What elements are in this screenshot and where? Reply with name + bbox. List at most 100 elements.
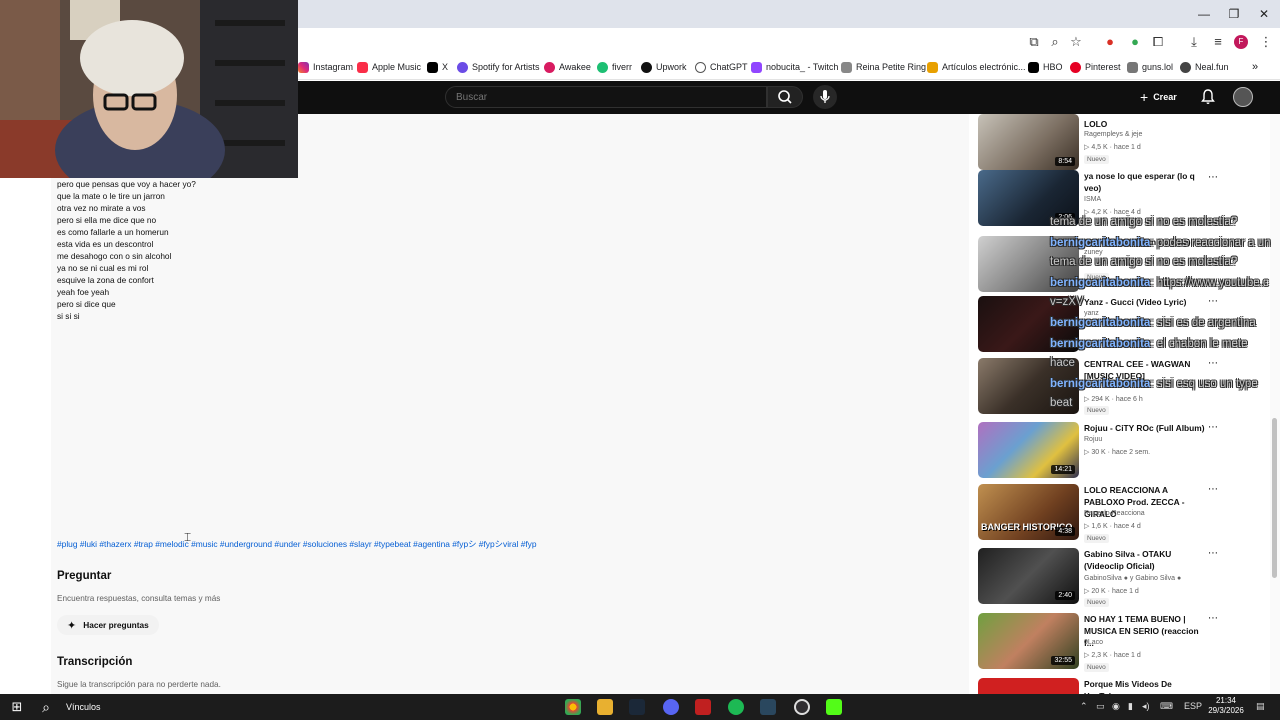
tray-volume-icon[interactable]: ◂) <box>1142 701 1150 712</box>
chrome-taskbar-icon[interactable] <box>565 699 581 715</box>
channel-name[interactable]: Rojuu <box>1084 436 1102 443</box>
more-options-icon[interactable]: ⋯ <box>1208 484 1219 495</box>
more-options-icon[interactable]: ⋯ <box>1208 422 1219 433</box>
tray-keyboard-icon[interactable]: ⌨ <box>1160 701 1173 712</box>
taskbar-clock[interactable]: 21:34 29/3/2026 <box>1206 696 1246 716</box>
input-language[interactable]: ESP <box>1184 701 1202 711</box>
notifications-button[interactable] <box>1199 88 1217 106</box>
more-options-icon[interactable]: ⋯ <box>1208 358 1219 369</box>
video-thumbnail[interactable]: BANGER HISTORICO 4:38 <box>978 484 1079 540</box>
kick-taskbar-icon[interactable] <box>826 699 842 715</box>
discord-taskbar-icon[interactable] <box>663 699 679 715</box>
video-title[interactable]: Yanz - Gucci (Video Lyric) <box>1084 296 1208 308</box>
restore-button[interactable]: ❐ <box>1223 4 1245 24</box>
related-video-card[interactable]: 2:40 Gabino Silva - OTAKU (Videoclip Ofi… <box>978 548 1268 607</box>
bookmark-chatgpt[interactable]: ChatGPT <box>695 59 748 75</box>
more-options-icon[interactable]: ⋯ <box>1208 613 1219 624</box>
video-meta: ▷ 4,2 K · hace 4 d <box>1084 209 1141 216</box>
tray-chevron-icon[interactable]: ⌃ <box>1080 701 1088 712</box>
bookmark-spotify-artists[interactable]: Spotify for Artists <box>457 59 540 75</box>
zoom-icon[interactable]: ⌕ <box>1047 34 1063 50</box>
taskbar-search-label[interactable]: Vínculos <box>66 702 101 712</box>
bookmark-nealfun[interactable]: Neal.fun <box>1180 59 1229 75</box>
file-explorer-taskbar-icon[interactable] <box>597 699 613 715</box>
related-video-card[interactable]: 8:54 LOLO Ragempleys & jeje ▷ 4,5 K · ha… <box>978 114 1268 170</box>
bookmark-hbo[interactable]: HBO <box>1028 59 1063 75</box>
scrollbar-thumb[interactable] <box>1272 418 1277 578</box>
bookmark-apple-music[interactable]: Apple Music <box>357 59 421 75</box>
spotify-taskbar-icon[interactable] <box>728 699 744 715</box>
page-scrollbar[interactable] <box>1270 114 1280 694</box>
channel-name[interactable]: ISMA <box>1084 196 1101 203</box>
bookmark-x[interactable]: X <box>427 59 448 75</box>
more-bookmarks-chevron-icon[interactable]: » <box>1252 59 1258 75</box>
related-video-card[interactable]: BANGER HISTORICO 4:38 LOLO REACCIONA A P… <box>978 484 1268 543</box>
cast-icon[interactable]: ⧉ <box>1026 34 1042 50</box>
ask-questions-button[interactable]: ✦ Hacer preguntas <box>57 615 159 635</box>
profile-avatar[interactable]: F <box>1234 35 1248 49</box>
tray-mic-icon[interactable]: ▮ <box>1128 701 1133 712</box>
more-options-icon[interactable]: ⋯ <box>1208 548 1219 559</box>
video-thumbnail[interactable]: 2:40 <box>978 548 1079 604</box>
video-title[interactable]: Rojuu - CiTY ROc (Full Album) <box>1084 422 1208 434</box>
download-icon[interactable]: ⤓ <box>1186 34 1202 50</box>
related-video-card[interactable]: 32:55 NO HAY 1 TEMA BUENO | MUSICA EN SE… <box>978 613 1268 672</box>
browser-menu-icon[interactable]: ⋮ <box>1258 34 1274 50</box>
tray-app-icon[interactable]: ◉ <box>1112 701 1120 712</box>
media-controls-icon[interactable]: ≡ <box>1210 34 1226 50</box>
obs-taskbar-icon[interactable] <box>794 699 810 715</box>
bookmark-twitch[interactable]: nobucita_ - Twitch <box>751 59 838 75</box>
lyric-line: me desahogo con o sin alcohol <box>57 251 172 261</box>
bookmark-awakee[interactable]: Awakee <box>544 59 591 75</box>
related-video-card[interactable]: 14:21 Rojuu - CiTY ROc (Full Album) Roju… <box>978 422 1268 478</box>
ask-section-title: Preguntar <box>57 570 112 582</box>
channel-name[interactable]: GabinoSilva ● y Gabino Silva ● <box>1084 575 1181 582</box>
notification-center-icon[interactable]: ▤ <box>1256 701 1265 712</box>
bookmark-star-icon[interactable]: ☆ <box>1068 34 1084 50</box>
hashtag-links[interactable]: #plug #luki #thazerx #trap #melodic #mus… <box>57 538 537 550</box>
channel-name[interactable]: Ragempleys & jeje <box>1084 131 1142 138</box>
video-title[interactable]: Porque Mis Videos De YouTube <box>1084 678 1208 694</box>
minimize-button[interactable]: — <box>1193 4 1215 24</box>
channel-name[interactable]: zuney <box>1084 249 1103 256</box>
windows-start-icon[interactable]: ⊞ <box>9 699 25 715</box>
chatgpt-icon <box>695 61 706 73</box>
tray-network-icon[interactable]: ▭ <box>1096 701 1105 712</box>
create-button[interactable]: + Crear <box>1140 87 1177 107</box>
channel-name[interactable]: Rageylo Reacciona <box>1084 510 1145 517</box>
app-taskbar-icon[interactable] <box>695 699 711 715</box>
taskbar-search-icon[interactable]: ⌕ <box>38 699 54 715</box>
search-input[interactable] <box>456 90 746 105</box>
video-meta: ▷ 4,5 K · hace 1 d <box>1084 144 1141 151</box>
bookmark-fiverr[interactable]: fiverr <box>597 59 632 75</box>
search-button[interactable] <box>767 86 803 108</box>
video-thumbnail[interactable]: 32:55 <box>978 613 1079 669</box>
close-window-button[interactable]: ✕ <box>1253 4 1275 24</box>
bookmark-guns[interactable]: guns.lol <box>1127 59 1173 75</box>
channel-name[interactable]: 0Laco <box>1084 639 1103 646</box>
video-title[interactable]: Gabino Silva - OTAKU (Videoclip Oficial) <box>1084 548 1208 572</box>
bookmark-upwork[interactable]: Upwork <box>641 59 687 75</box>
bookmark-articulos[interactable]: Artículos electrónic... <box>927 59 1026 75</box>
more-options-icon[interactable]: ⋯ <box>1208 172 1219 183</box>
account-avatar[interactable] <box>1233 87 1253 107</box>
extension-green-icon[interactable]: ● <box>1127 34 1143 50</box>
bookmark-instagram[interactable]: Instagram <box>298 59 353 75</box>
bookmark-pinterest[interactable]: Pinterest <box>1070 59 1121 75</box>
extension-red-icon[interactable]: ● <box>1102 34 1118 50</box>
video-title[interactable]: ya nose lo que esperar (lo q veo) <box>1084 170 1208 194</box>
bookmark-reina-petite[interactable]: Reina Petite Ring <box>841 59 926 75</box>
steam-alt-taskbar-icon[interactable] <box>760 699 776 715</box>
video-thumbnail[interactable]: 14:21 <box>978 422 1079 478</box>
guns-icon <box>1127 61 1138 73</box>
more-options-icon[interactable]: ⋯ <box>1208 296 1219 307</box>
video-thumbnail[interactable]: 8:54 <box>978 114 1079 170</box>
steam-taskbar-icon[interactable] <box>629 699 645 715</box>
extensions-puzzle-icon[interactable]: ⧠ <box>1150 34 1166 50</box>
video-thumbnail[interactable] <box>978 678 1079 694</box>
channel-name[interactable]: yanz <box>1084 310 1099 317</box>
chat-username: bernigcaritabonita <box>1050 237 1151 249</box>
voice-search-button[interactable] <box>813 85 837 109</box>
video-title[interactable]: LOLO <box>1084 118 1208 130</box>
related-video-card[interactable]: Porque Mis Videos De YouTube <box>978 678 1268 694</box>
